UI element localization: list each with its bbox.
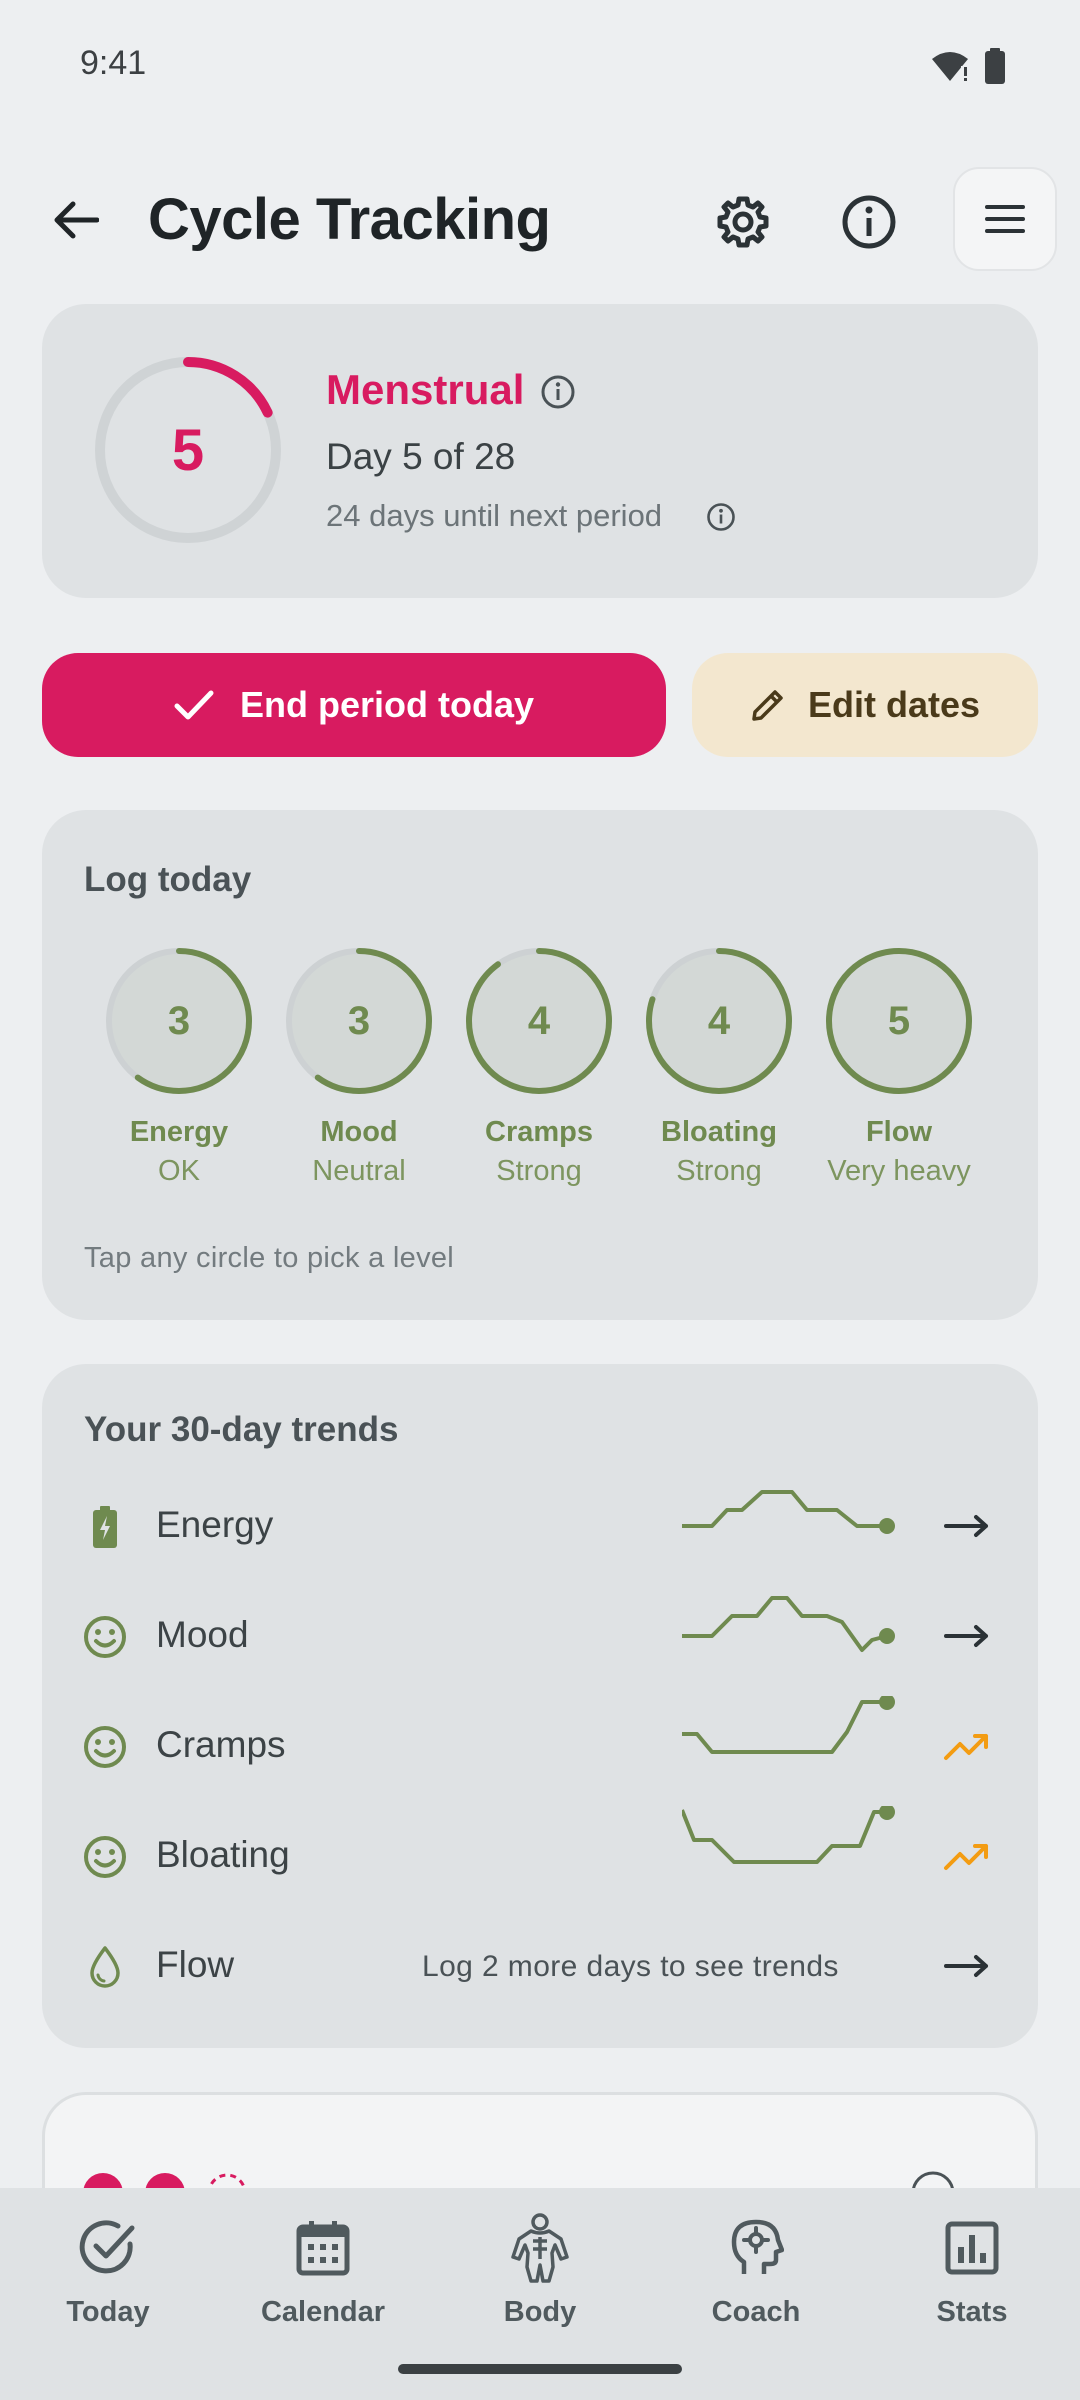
nav-label: Body (503, 2296, 577, 2328)
end-period-label: End period today (239, 684, 534, 725)
smiley-icon (80, 1612, 130, 1662)
edit-dates-button[interactable]: Edit dates (692, 653, 1038, 757)
log-value: 4 (527, 998, 551, 1043)
log-value: 5 (887, 998, 911, 1043)
trend-flat-arrow-icon (944, 1515, 988, 1537)
log-today-title: Log today (84, 860, 252, 899)
trend-row-energy[interactable]: Energy (42, 1476, 1038, 1576)
nav-label: Calendar (260, 2296, 386, 2328)
log-item-bloating[interactable]: 4 Bloating Strong (634, 946, 804, 1188)
mood-sparkline (682, 1596, 895, 1652)
next-period-text: 24 days until next period (326, 498, 663, 533)
coach-icon (731, 2219, 784, 2274)
smiley-icon (80, 1832, 130, 1882)
trend-flat-arrow-icon (944, 1955, 988, 1977)
log-level: Neutral (312, 1155, 406, 1187)
log-level: Very heavy (827, 1155, 971, 1187)
log-level: Strong (496, 1155, 582, 1187)
log-label: Mood (320, 1116, 398, 1148)
cycle-day-number: 5 (171, 417, 205, 483)
trend-name: Cramps (156, 1724, 286, 1765)
nav-body[interactable]: Body (450, 2208, 630, 2329)
trend-row-cramps[interactable]: Cramps (42, 1696, 1038, 1796)
trend-row-bloating[interactable]: Bloating (42, 1806, 1038, 1906)
menu-button[interactable] (953, 167, 1057, 271)
end-period-button[interactable]: End period today (42, 653, 666, 757)
log-label: Flow (865, 1116, 933, 1148)
nav-label: Stats (936, 2296, 1008, 2328)
trends-card: Your 30-day trends Energy Mood Cramps Bl… (42, 1364, 1038, 2048)
log-level: OK (158, 1155, 200, 1187)
log-item-energy[interactable]: 3 Energy OK (94, 946, 264, 1188)
trend-row-mood[interactable]: Mood (42, 1586, 1038, 1686)
gear-icon (717, 196, 769, 248)
log-label: Cramps (485, 1116, 593, 1148)
trend-up-arrow-icon (944, 1844, 988, 1870)
nav-label: Today (66, 2296, 150, 2328)
battery-status-icon (985, 48, 1005, 84)
trend-name: Flow (156, 1944, 235, 1985)
trend-flat-arrow-icon (944, 1625, 988, 1647)
cycle-status-card: 5 Menstrual Day 5 of 28 24 days until ne… (42, 304, 1038, 598)
cycle-progress-ring: 5 (92, 354, 284, 546)
status-icons (930, 48, 1006, 84)
trend-row-flow[interactable]: Flow Log 2 more days to see trends (42, 1916, 1038, 2016)
status-time: 9:41 (80, 44, 147, 82)
back-button[interactable] (40, 180, 110, 260)
trend-up-arrow-icon (944, 1734, 988, 1760)
nav-coach[interactable]: Coach (666, 2208, 846, 2329)
smiley-icon (80, 1722, 130, 1772)
next-period-info-button[interactable] (706, 502, 736, 537)
bloating-sparkline (682, 1806, 895, 1864)
droplet-icon (80, 1942, 130, 1992)
body-icon (511, 2213, 569, 2283)
trend-name: Energy (156, 1504, 274, 1545)
log-level: Strong (676, 1155, 762, 1187)
edit-dates-label: Edit dates (807, 684, 981, 725)
info-icon (541, 375, 575, 409)
trend-message: Log 2 more days to see trends (422, 1950, 839, 1983)
nav-today[interactable]: Today (18, 2208, 198, 2329)
page-title: Cycle Tracking (148, 187, 551, 252)
check-circle-icon (79, 2220, 135, 2274)
calendar-icon (296, 2221, 350, 2276)
phase-info-button[interactable] (540, 374, 576, 415)
back-arrow-icon (54, 201, 99, 239)
hamburger-icon (985, 205, 1025, 233)
log-value: 3 (167, 998, 191, 1043)
nav-label: Coach (711, 2296, 801, 2328)
battery-icon (80, 1502, 130, 1552)
log-label: Energy (129, 1116, 229, 1148)
nav-stats[interactable]: Stats (882, 2208, 1062, 2329)
trend-name: Bloating (156, 1834, 290, 1875)
info-button[interactable] (829, 182, 909, 262)
info-icon (842, 195, 896, 249)
log-item-flow[interactable]: 5 Flow Very heavy (814, 946, 984, 1188)
cramps-sparkline (682, 1696, 895, 1754)
stats-icon (945, 2221, 999, 2275)
check-icon (174, 690, 214, 720)
nav-calendar[interactable]: Calendar (233, 2208, 413, 2329)
log-today-card: Log today 3 Energy OK 3 Mood Neutral 4 C… (42, 810, 1038, 1320)
trends-title: Your 30-day trends (84, 1410, 399, 1449)
log-value: 4 (707, 998, 731, 1043)
home-indicator[interactable] (398, 2364, 682, 2374)
log-label: Bloating (661, 1116, 777, 1148)
log-item-cramps[interactable]: 4 Cramps Strong (454, 946, 624, 1188)
phase-name: Menstrual (326, 366, 525, 413)
log-item-mood[interactable]: 3 Mood Neutral (274, 946, 444, 1188)
cycle-day-text: Day 5 of 28 (326, 436, 516, 477)
trend-name: Mood (156, 1614, 249, 1655)
log-value: 3 (347, 998, 371, 1043)
info-icon (707, 503, 735, 531)
settings-button[interactable] (703, 182, 783, 262)
log-hint: Tap any circle to pick a level (84, 1242, 455, 1274)
wifi-icon (932, 52, 968, 81)
pencil-icon (752, 690, 783, 721)
energy-sparkline (682, 1490, 895, 1534)
